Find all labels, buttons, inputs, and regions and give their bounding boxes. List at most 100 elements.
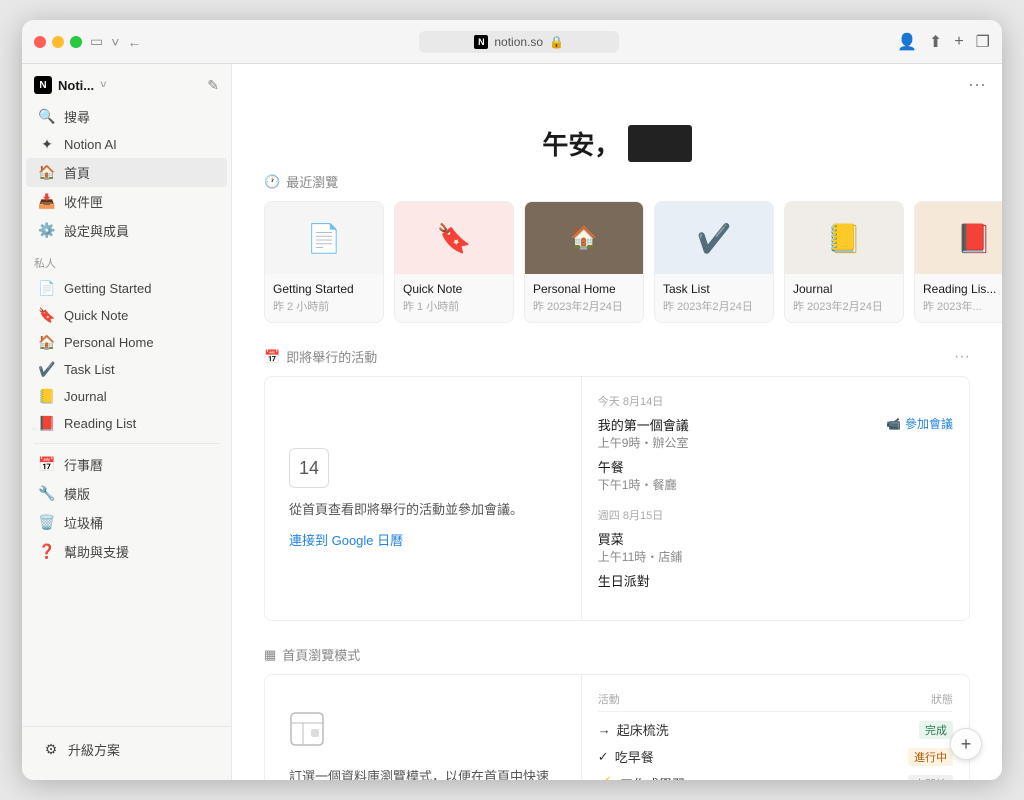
sidebar-item-getting-started-label: Getting Started [64,281,151,296]
minimize-button[interactable] [52,36,64,48]
recent-card-task-list[interactable]: ✔️ Task List 昨 2023年2月24日 [654,201,774,323]
task-status-1: 進行中 [908,748,953,766]
maximize-button[interactable] [70,36,82,48]
notion-ai-icon: ✦ [38,136,56,153]
sidebar-divider [34,443,219,444]
trash-icon: 🗑️ [38,514,56,531]
titlebar: ▭ ˅ ← N notion.so 🔒 👤 ⬆ + ❐ [22,20,1002,64]
card-title: Reading Lis... [923,282,1002,296]
sidebar-item-reading-list[interactable]: 📕 Reading List [26,410,227,437]
video-icon: 📹 [886,417,901,431]
sidebar-item-calendar[interactable]: 📅 行事曆 [26,450,227,479]
upcoming-box: 14 從首頁查看即將舉行的活動並參加會議。 連接到 Google 日曆 今天 8… [264,376,970,621]
upcoming-left: 14 從首頁查看即將舉行的活動並參加會議。 連接到 Google 日曆 [265,377,582,620]
recent-cards-container: 📄 Getting Started 昨 2 小時前 🔖 Quick Note 昨… [232,201,1002,347]
sidebar-item-reading-list-label: Reading List [64,416,136,431]
card-preview-journal: 📒 [785,202,903,274]
upcoming-section: 14 從首頁查看即將舉行的活動並參加會議。 連接到 Google 日曆 今天 8… [232,376,1002,645]
sidebar-item-trash[interactable]: 🗑️ 垃圾桶 [26,508,227,537]
workspace-label: Noti... [58,78,94,93]
nav-chevron-icon[interactable]: ˅ [111,34,119,50]
event-sub: 下午1時・餐廳 [598,476,677,493]
traffic-lights [34,36,82,48]
sidebar-item-home-label: 首頁 [64,163,90,182]
sidebar-item-trash-label: 垃圾桶 [64,513,103,532]
table-icon [289,711,325,755]
back-icon[interactable]: ← [127,34,141,50]
address-bar[interactable]: N notion.so 🔒 [419,31,619,53]
sidebar-item-search[interactable]: 🔍 搜尋 [26,102,227,131]
templates-icon: 🔧 [38,485,56,502]
task-left: ⚡ 工作成學習 [598,774,685,780]
card-title: Quick Note [403,282,505,296]
task-icon-2: ⚡ [598,776,614,781]
task-header-row: 活動 狀態 [598,691,953,712]
sidebar-item-help-label: 幫助與支援 [64,542,129,561]
card-info-task-list: Task List 昨 2023年2月24日 [655,274,773,322]
clock-icon: 🕐 [264,174,280,190]
book-icon: 📕 [38,415,56,432]
join-meeting-button[interactable]: 📹 參加會議 [886,415,953,432]
workspace-chevron-icon: ˅ [100,79,106,91]
browse-box: 訂選一個資料庫瀏覽模式，以便在首頁中快速存取。 選擇資料庫 活動 狀態 → 起床… [264,674,970,780]
sidebar-item-quick-note[interactable]: 🔖 Quick Note [26,302,227,329]
sidebar-item-settings[interactable]: ⚙️ 設定與成員 [26,216,227,245]
today-label: 今天 8月14日 [598,393,953,409]
card-preview-personal-home: 🏠 [525,202,643,274]
tabs-icon[interactable]: ❐ [976,32,990,52]
thu-label: 週四 8月15日 [598,507,953,523]
card-title: Task List [663,282,765,296]
card-info-getting-started: Getting Started 昨 2 小時前 [265,274,383,322]
sidebar-item-journal[interactable]: 📒 Journal [26,383,227,410]
sidebar-item-calendar-label: 行事曆 [64,455,103,474]
task-row-1: ✓ 吃早餐 進行中 [598,747,953,766]
calendar-date-icon: 14 [289,448,329,488]
task-label-1: 吃早餐 [615,747,654,766]
event-item-meeting: 我的第一個會議 上午9時・辦公室 📹 參加會議 [598,415,953,451]
check-icon: ✔️ [38,361,56,378]
today-event-group: 今天 8月14日 我的第一個會議 上午9時・辦公室 📹 參加會議 [598,393,953,493]
sidebar-item-notion-ai[interactable]: ✦ Notion AI [26,131,227,158]
recent-card-personal-home[interactable]: 🏠 Personal Home 昨 2023年2月24日 [524,201,644,323]
upcoming-right: 今天 8月14日 我的第一個會議 上午9時・辦公室 📹 參加會議 [582,377,969,620]
sidebar-item-help[interactable]: ❓ 幫助與支援 [26,537,227,566]
task-left: → 起床梳洗 [598,720,669,739]
sidebar-item-inbox[interactable]: 📥 收件匣 [26,187,227,216]
event-item-grocery: 買菜 上午11時・店鋪 [598,529,953,565]
sidebar-item-home[interactable]: 🏠 首頁 [26,158,227,187]
fab-button[interactable]: + [950,728,982,760]
task-icon-0: → [598,722,611,737]
sidebar-item-upgrade[interactable]: ⚙ 升級方案 [30,735,223,764]
titlebar-center: N notion.so 🔒 [141,31,897,53]
sidebar-item-notion-ai-label: Notion AI [64,137,117,152]
card-time: 昨 2023年... [923,298,1002,314]
doc-icon: 📄 [38,280,56,297]
sidebar-item-templates[interactable]: 🔧 模版 [26,479,227,508]
share-icon[interactable]: ⬆ [929,32,942,52]
card-info-personal-home: Personal Home 昨 2023年2月24日 [525,274,643,322]
thu-event-group: 週四 8月15日 買菜 上午11時・店鋪 生日派對 [598,507,953,590]
workspace-name: N Noti... ˅ [34,76,107,94]
sidebar-item-getting-started[interactable]: 📄 Getting Started [26,275,227,302]
close-button[interactable] [34,36,46,48]
upcoming-more-icon[interactable]: ··· [954,348,970,366]
recent-card-quick-note[interactable]: 🔖 Quick Note 昨 1 小時前 [394,201,514,323]
recent-card-journal[interactable]: 📒 Journal 昨 2023年2月24日 [784,201,904,323]
more-options-icon[interactable]: ··· [968,74,986,95]
sidebar-toggle-icon[interactable]: ▭ [90,33,103,50]
sidebar-item-task-list[interactable]: ✔️ Task List [26,356,227,383]
add-tab-icon[interactable]: + [954,33,963,51]
notion-logo-icon: N [474,35,488,49]
sidebar-item-personal-home[interactable]: 🏠 Personal Home [26,329,227,356]
connect-google-link[interactable]: 連接到 Google 日曆 [289,530,403,549]
new-page-icon[interactable]: ✎ [207,77,219,94]
task-status-2: 未開始 [908,775,953,781]
task-status-0: 完成 [919,721,953,739]
card-title: Getting Started [273,282,375,296]
sidebar-item-templates-label: 模版 [64,484,90,503]
task-label-0: 起床梳洗 [617,720,669,739]
search-icon: 🔍 [38,108,56,125]
user-icon[interactable]: 👤 [897,32,917,52]
recent-card-reading-list[interactable]: 📕 Reading Lis... 昨 2023年... [914,201,1002,323]
recent-card-getting-started[interactable]: 📄 Getting Started 昨 2 小時前 [264,201,384,323]
